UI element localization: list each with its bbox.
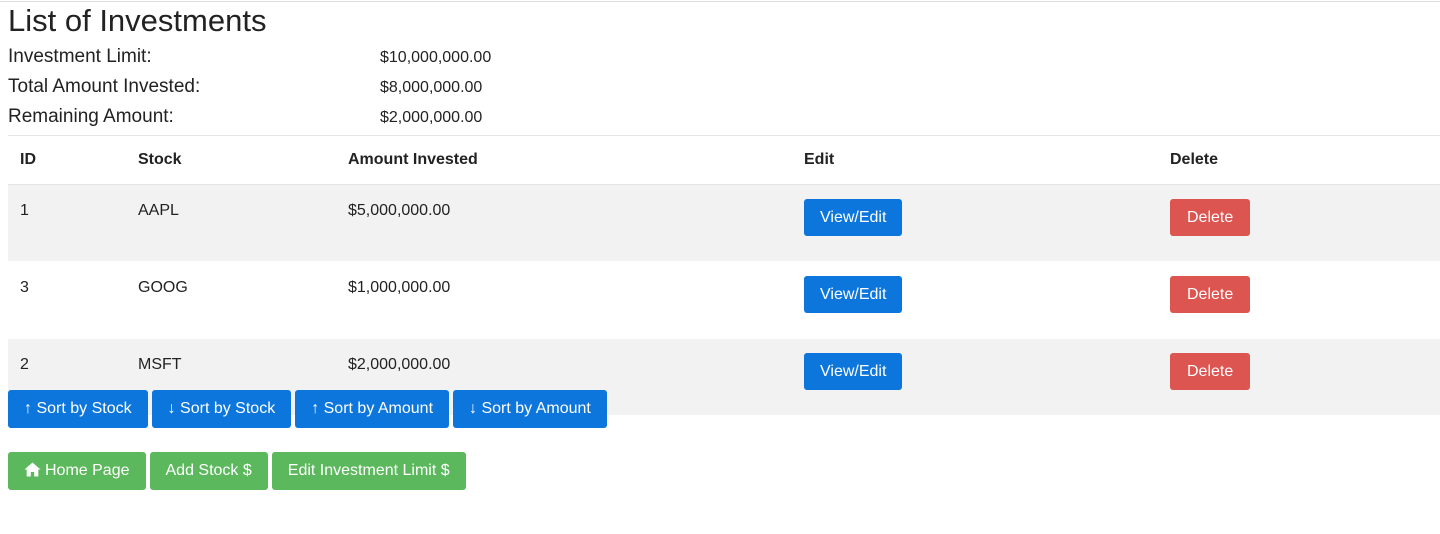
investment-limit-value: $10,000,000.00 [380,49,492,66]
cell-delete: Delete [1158,338,1440,416]
delete-button[interactable]: Delete [1170,199,1251,236]
table-row: 1 AAPL $5,000,000.00 View/Edit Delete [8,184,1440,262]
remaining-amount-label: Remaining Amount: [8,106,174,127]
row-id: 2 [20,356,29,373]
view-edit-button[interactable]: View/Edit [804,199,903,236]
cell-edit: View/Edit [792,338,1158,416]
table-header: ID Stock Amount Invested Edit Delete [8,135,1440,185]
sort-amount-desc-button[interactable]: ↓ Sort by Amount [453,390,607,428]
cell-edit: View/Edit [792,261,1158,339]
cell-id: 1 [8,184,126,262]
sort-stock-asc-button[interactable]: ↑ Sort by Stock [8,390,148,428]
total-invested-value: $8,000,000.00 [380,79,483,96]
row-stock: AAPL [138,202,179,219]
total-invested-label: Total Amount Invested: [8,76,201,97]
column-header-id: ID [8,135,126,185]
investments-table: ID Stock Amount Invested Edit Delete 1 A… [8,135,1440,416]
edit-investment-limit-button[interactable]: Edit Investment Limit $ [271,452,466,490]
table-header-row: ID Stock Amount Invested Edit Delete [8,135,1440,185]
investment-summary: Investment Limit: $10,000,000.00 Total A… [8,43,708,133]
column-header-amount: Amount Invested [336,135,792,185]
home-page-label: Home Page [45,462,130,479]
row-id: 1 [20,202,29,219]
cell-delete: Delete [1158,261,1440,339]
navigation-button-group: Home Page Add Stock $ Edit Investment Li… [8,452,466,490]
row-amount: $1,000,000.00 [348,279,451,296]
home-page-button[interactable]: Home Page [8,452,146,490]
row-amount: $5,000,000.00 [348,202,451,219]
investments-table-container: ID Stock Amount Invested Edit Delete 1 A… [8,135,1440,416]
investment-limit-label: Investment Limit: [8,46,152,67]
column-header-edit: Edit [792,135,1158,185]
sort-button-group: ↑ Sort by Stock ↓ Sort by Stock ↑ Sort b… [8,390,607,428]
top-divider [0,1,1440,2]
sort-stock-desc-button[interactable]: ↓ Sort by Stock [151,390,292,428]
summary-row-total: Total Amount Invested: $8,000,000.00 [8,73,708,103]
table-row: 3 GOOG $1,000,000.00 View/Edit Delete [8,261,1440,339]
view-edit-button[interactable]: View/Edit [804,353,903,390]
home-icon [24,462,41,477]
row-amount: $2,000,000.00 [348,356,451,373]
row-stock: MSFT [138,356,182,373]
sort-amount-asc-button[interactable]: ↑ Sort by Amount [295,390,450,428]
add-stock-button[interactable]: Add Stock $ [149,452,268,490]
delete-button[interactable]: Delete [1170,353,1251,390]
row-id: 3 [20,279,29,296]
summary-row-limit: Investment Limit: $10,000,000.00 [8,43,708,73]
cell-delete: Delete [1158,184,1440,262]
cell-amount: $1,000,000.00 [336,261,792,339]
column-header-stock: Stock [126,135,336,185]
cell-stock: GOOG [126,261,336,339]
cell-amount: $5,000,000.00 [336,184,792,262]
delete-button[interactable]: Delete [1170,276,1251,313]
cell-edit: View/Edit [792,184,1158,262]
table-body: 1 AAPL $5,000,000.00 View/Edit Delete 3 … [8,184,1440,416]
cell-id: 3 [8,261,126,339]
remaining-amount-value: $2,000,000.00 [380,109,483,126]
page-title: List of Investments [8,3,267,38]
cell-stock: AAPL [126,184,336,262]
view-edit-button[interactable]: View/Edit [804,276,903,313]
row-stock: GOOG [138,279,188,296]
column-header-delete: Delete [1158,135,1440,185]
summary-row-remaining: Remaining Amount: $2,000,000.00 [8,103,708,133]
